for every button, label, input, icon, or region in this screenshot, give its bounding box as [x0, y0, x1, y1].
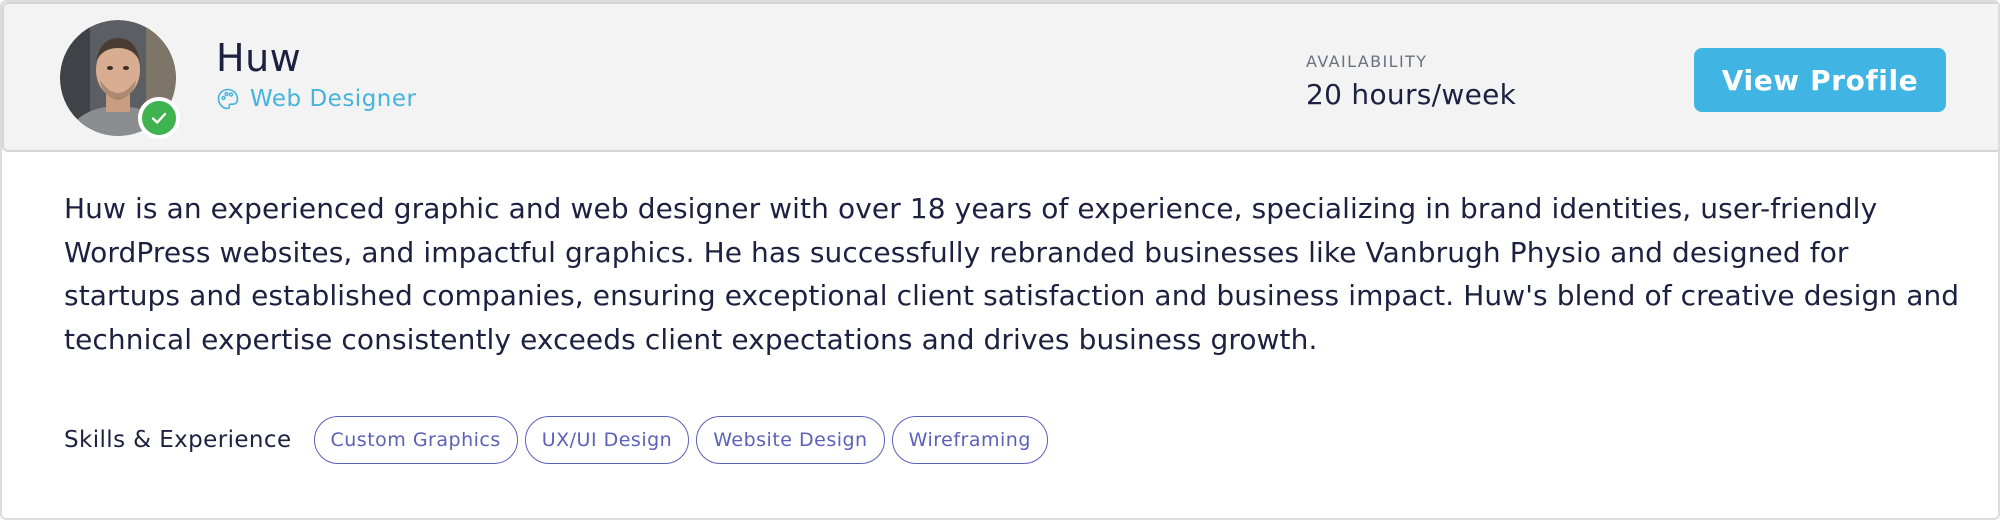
skill-tag-website-design[interactable]: Website Design — [696, 416, 885, 464]
profile-bio: Huw is an experienced graphic and web de… — [64, 192, 1960, 356]
palette-icon — [216, 87, 240, 111]
skills-label: Skills & Experience — [64, 427, 292, 453]
skills-section: Skills & Experience Custom Graphics UX/U… — [64, 416, 1055, 464]
profile-name: Huw — [216, 36, 302, 80]
profile-role: Web Designer — [216, 86, 416, 112]
availability-value: 20 hours/week — [1306, 78, 1517, 111]
checkmark-icon — [151, 112, 167, 124]
verified-badge — [138, 97, 180, 139]
card-header: Huw Web Designer AVAILABILITY 20 hours/w… — [2, 2, 1998, 152]
availability-label: AVAILABILITY — [1306, 52, 1428, 71]
view-profile-button[interactable]: View Profile — [1694, 48, 1946, 112]
skill-tag-wireframing[interactable]: Wireframing — [891, 416, 1048, 464]
freelancer-card: Huw Web Designer AVAILABILITY 20 hours/w… — [0, 0, 2000, 520]
skill-tag-ux-ui-design[interactable]: UX/UI Design — [524, 416, 690, 464]
skill-tag-custom-graphics[interactable]: Custom Graphics — [313, 416, 518, 464]
avatar[interactable] — [60, 20, 180, 139]
profile-role-label: Web Designer — [250, 86, 417, 112]
